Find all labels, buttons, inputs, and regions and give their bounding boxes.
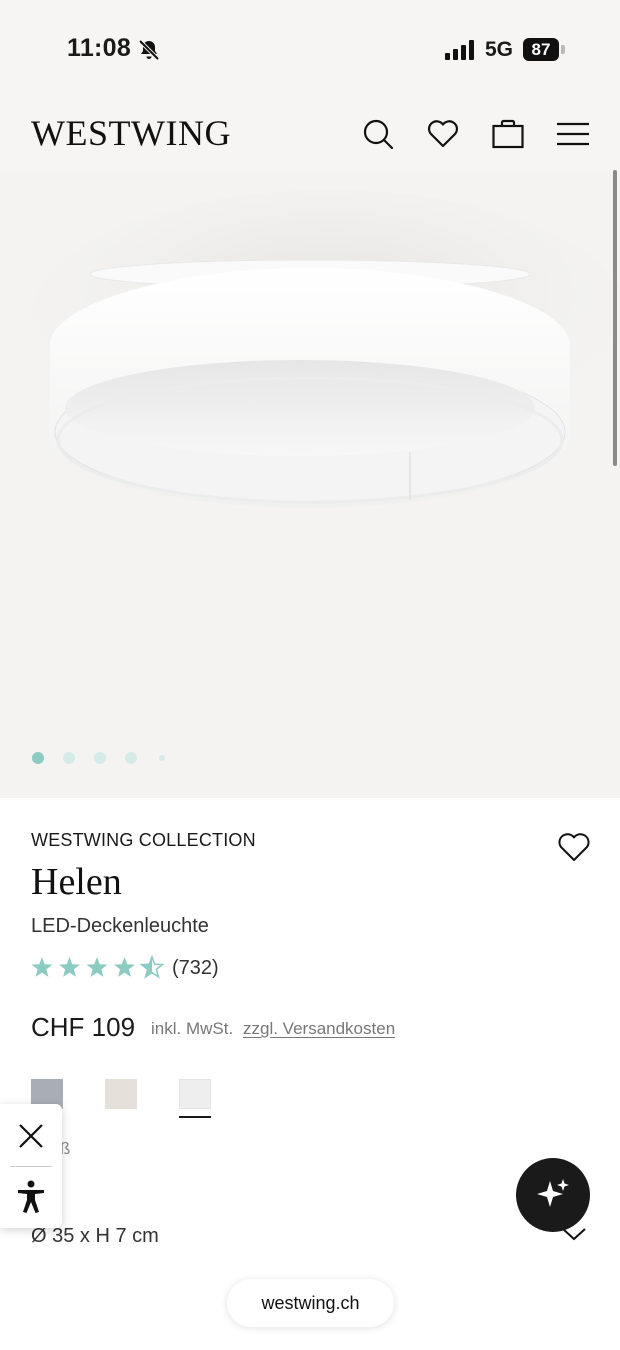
battery-level: 87 (531, 40, 551, 59)
product-image-ceiling-lamp (30, 190, 620, 508)
color-swatch-white[interactable] (179, 1079, 211, 1109)
product-brand[interactable]: WESTWING COLLECTION (31, 830, 256, 851)
ai-assistant-button[interactable] (516, 1158, 590, 1232)
size-selector-value[interactable]: Ø 35 x H 7 cm (31, 1225, 159, 1248)
wishlist-heart-icon[interactable] (426, 117, 460, 151)
product-gallery[interactable] (0, 170, 620, 798)
selected-swatch-indicator (179, 1116, 211, 1118)
add-to-wishlist-heart-icon[interactable] (557, 832, 591, 862)
signal-icon (445, 40, 474, 60)
browser-url-bar[interactable]: westwing.ch (227, 1279, 394, 1327)
bell-muted-icon (138, 39, 160, 61)
star-full-icon (86, 957, 108, 977)
battery-tip (561, 45, 565, 54)
status-time: 11:08 (67, 34, 132, 62)
gallery-dot[interactable] (32, 752, 44, 764)
color-swatch-beige[interactable] (105, 1079, 137, 1109)
accessibility-icon[interactable] (16, 1180, 46, 1214)
product-title: Helen (31, 861, 122, 903)
star-full-icon (31, 957, 53, 977)
battery-icon: 87 (523, 38, 559, 61)
divider (10, 1166, 52, 1167)
review-count[interactable]: (732) (172, 957, 219, 980)
product-subtitle: LED-Deckenleuchte (31, 915, 209, 937)
status-bar: 11:08 5G 87 (0, 0, 620, 100)
gallery-dot[interactable] (159, 755, 165, 761)
shopping-bag-icon[interactable] (491, 117, 525, 151)
site-header: WESTWING (0, 100, 620, 170)
shipping-costs-link[interactable]: zzgl. Versandkosten (243, 1019, 395, 1039)
menu-icon[interactable] (556, 117, 590, 151)
close-icon[interactable] (18, 1123, 44, 1149)
star-full-icon (114, 957, 135, 977)
gallery-dot[interactable] (94, 752, 106, 764)
page-scrollbar[interactable] (613, 170, 617, 466)
gallery-dot[interactable] (63, 752, 75, 764)
search-icon[interactable] (361, 117, 395, 151)
westwing-logo[interactable]: WESTWING (31, 112, 231, 154)
sparkle-icon (537, 1179, 569, 1207)
accessibility-panel (0, 1104, 62, 1228)
rating-stars[interactable] (31, 955, 171, 981)
gallery-dot[interactable] (125, 752, 137, 764)
product-price: CHF 109 (31, 1012, 136, 1042)
network-type: 5G (485, 38, 514, 61)
star-half-icon (139, 955, 165, 979)
star-full-icon (59, 957, 80, 977)
tax-note: inkl. MwSt. (151, 1019, 234, 1038)
